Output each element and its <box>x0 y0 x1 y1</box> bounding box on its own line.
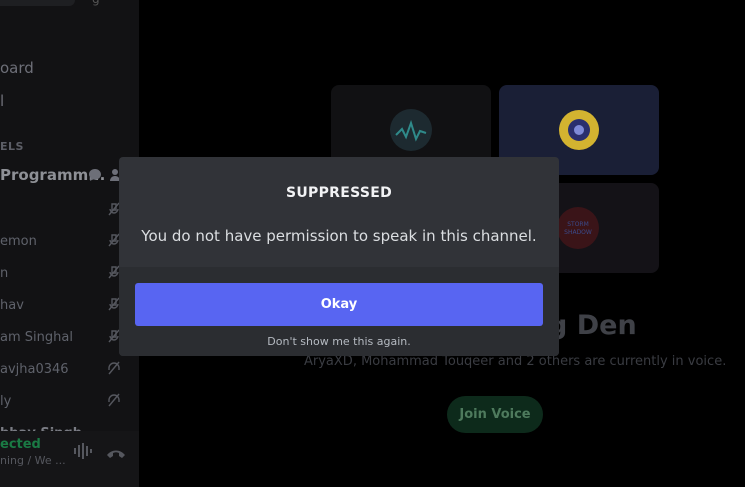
modal-message: You do not have permission to speak in t… <box>141 227 537 245</box>
join-voice-button[interactable]: Join Voice <box>447 396 543 433</box>
voice-member-row[interactable]: ly <box>0 393 139 414</box>
deafened-icon <box>108 393 120 407</box>
suppressed-modal: SUPPRESSED You do not have permission to… <box>119 157 559 356</box>
member-name: ly <box>0 394 12 409</box>
modal-title: SUPPRESSED <box>285 185 393 201</box>
participant-avatar <box>390 109 432 151</box>
sidebar-section-header: ELS <box>0 140 24 153</box>
voice-member-row[interactable]: avjha0346 <box>0 361 139 382</box>
member-name: n <box>0 266 9 281</box>
sidebar-nav-item-board[interactable]: oard <box>0 59 34 77</box>
voice-connection-panel: ected ning / We ... <box>0 431 139 487</box>
member-name: emon <box>0 234 37 249</box>
voice-channel-path[interactable]: ning / We ... <box>0 454 66 467</box>
member-name: am Singhal <box>0 330 73 345</box>
sidebar-nav-item-2[interactable]: l <box>0 92 4 110</box>
member-name: avjha0346 <box>0 362 69 377</box>
voice-connected-status: ected <box>0 437 41 452</box>
okay-button[interactable]: Okay <box>135 283 543 326</box>
sidebar-top-search[interactable] <box>0 0 75 6</box>
room-title: g Den <box>548 310 637 341</box>
dont-show-again-link[interactable]: Don't show me this again. <box>119 335 559 348</box>
participant-avatar <box>559 110 599 150</box>
member-name: hav <box>0 298 24 313</box>
chat-bubble-icon[interactable] <box>88 168 102 186</box>
room-subtitle: AryaXD, Mohammad Touqeer and 2 others ar… <box>304 354 727 369</box>
disconnect-phone-icon[interactable] <box>106 445 126 464</box>
modal-footer: Okay Don't show me this again. <box>119 267 559 356</box>
noise-suppression-icon[interactable] <box>73 443 93 463</box>
deafened-icon <box>108 361 120 375</box>
sidebar-top-glyph: g <box>92 0 100 6</box>
participant-avatar: STORM SHADOW <box>557 207 599 249</box>
